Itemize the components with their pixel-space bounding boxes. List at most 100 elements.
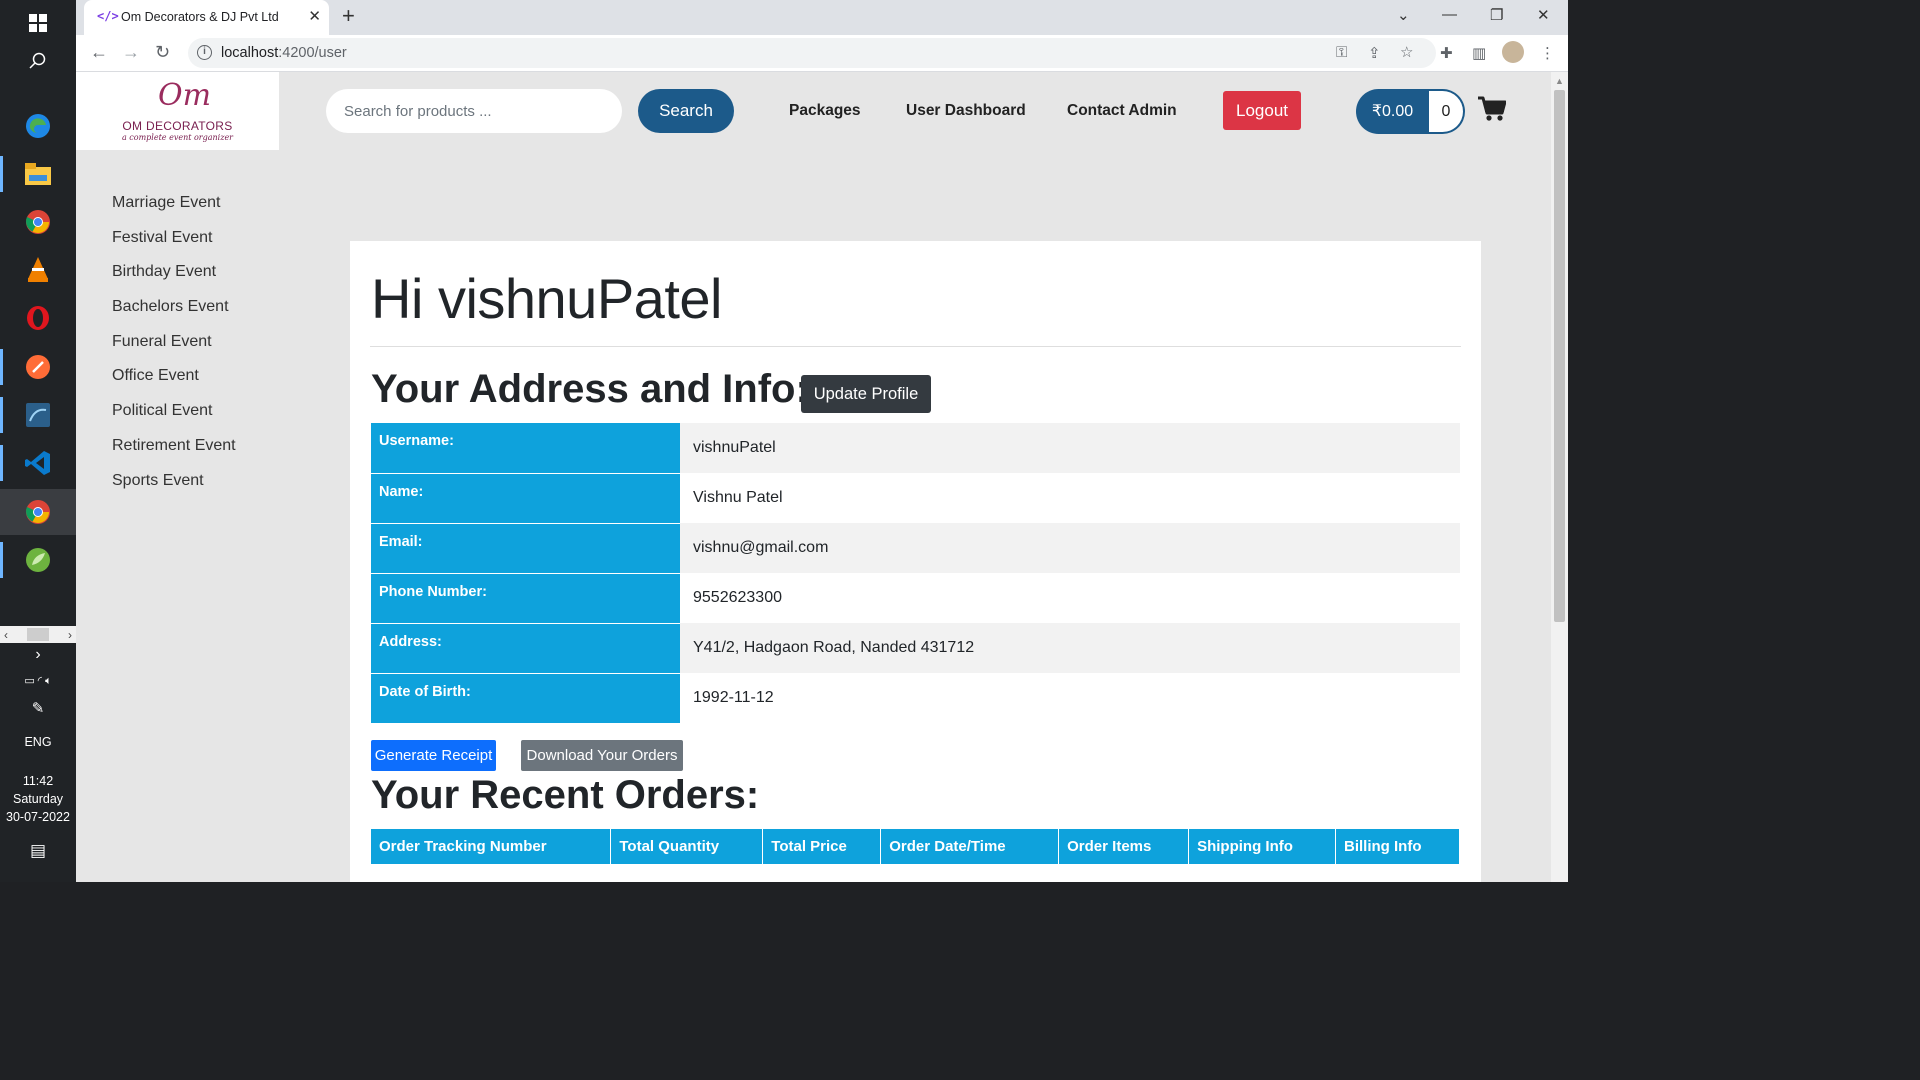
sidebar-item-political-event[interactable]: Political Event	[112, 398, 312, 433]
address-section-title: Your Address and Info:	[371, 367, 809, 411]
page-scrollbar[interactable]: ▲	[1551, 72, 1568, 882]
key-icon[interactable]: ⚿	[1336, 44, 1347, 61]
bookmark-star-icon[interactable]: ☆	[1400, 43, 1413, 61]
sidebar-item-birthday-event[interactable]: Birthday Event	[112, 259, 312, 294]
page-title: Hi vishnuPatel	[371, 267, 722, 330]
language-indicator[interactable]: ENG	[0, 733, 76, 751]
postman-icon[interactable]	[0, 344, 76, 390]
notifications-icon[interactable]: ▤	[0, 842, 76, 860]
site-logo[interactable]: Om OM DECORATORS a complete event organi…	[76, 72, 279, 150]
column-header[interactable]: Order Items	[1058, 829, 1190, 864]
event-categories-sidebar: Marriage Event Festival Event Birthday E…	[112, 190, 312, 502]
column-header[interactable]: Shipping Info	[1188, 829, 1337, 864]
column-header[interactable]: Total Price	[762, 829, 882, 864]
sidebar-item-funeral-event[interactable]: Funeral Event	[112, 329, 312, 364]
system-tray-icons[interactable]: ▭ ◜ 🔈︎	[0, 672, 76, 690]
column-header[interactable]: Total Quantity	[610, 829, 764, 864]
scrollbar-thumb[interactable]	[1554, 90, 1565, 622]
address-bar[interactable]: i localhost:4200/user ⚿ ⇪ ☆	[188, 38, 1436, 68]
table-row: Email: vishnu@gmail.com	[371, 523, 1460, 574]
sidebar-item-marriage-event[interactable]: Marriage Event	[112, 190, 312, 225]
sidebar-item-retirement-event[interactable]: Retirement Event	[112, 433, 312, 468]
chevron-right-icon[interactable]: ›	[68, 628, 72, 642]
column-header[interactable]: Order Tracking Number	[371, 829, 612, 864]
sidebar-item-bachelors-event[interactable]: Bachelors Event	[112, 294, 312, 329]
logo-name: OM DECORATORS	[122, 119, 233, 133]
logo-tagline: a complete event organizer	[121, 133, 233, 142]
clock-date[interactable]: 30-07-2022	[0, 808, 76, 826]
reload-icon[interactable]: ↻	[155, 42, 170, 63]
sidebar-item-office-event[interactable]: Office Event	[112, 363, 312, 398]
search-input[interactable]	[326, 89, 622, 133]
url-text[interactable]: localhost:4200/user	[221, 45, 347, 61]
code-favicon-icon: </>	[97, 9, 119, 23]
table-row: Address: Y41/2, Hadgaon Road, Nanded 431…	[371, 623, 1460, 674]
user-dashboard-card: Hi vishnuPatel Your Address and Info: Up…	[350, 241, 1481, 882]
logout-button[interactable]: Logout	[1223, 91, 1301, 130]
search-button[interactable]: Search	[638, 89, 734, 133]
vscode-icon[interactable]	[0, 440, 76, 486]
info-value: Y41/2, Hadgaon Road, Nanded 431712	[680, 623, 1460, 673]
sidebar-item-sports-event[interactable]: Sports Event	[112, 468, 312, 503]
edge-icon[interactable]	[0, 103, 76, 149]
back-arrow-icon[interactable]: ←	[90, 42, 108, 63]
mysql-workbench-icon[interactable]	[0, 392, 76, 438]
info-label: Date of Birth:	[371, 673, 680, 724]
column-header[interactable]: Billing Info	[1335, 829, 1460, 864]
forward-arrow-icon[interactable]: →	[122, 42, 140, 63]
orders-table: Order Tracking Number Total Quantity Tot…	[371, 829, 1460, 864]
clock-day[interactable]: Saturday	[0, 790, 76, 808]
nav-user-dashboard[interactable]: User Dashboard	[906, 102, 1026, 120]
restore-icon[interactable]: ❐	[1490, 6, 1503, 24]
logo-mark: Om	[158, 78, 212, 113]
tab-search-chevron-icon[interactable]: ⌄	[1397, 6, 1410, 24]
site-info-icon[interactable]: i	[197, 45, 212, 60]
extensions-icon[interactable]: ✚	[1440, 44, 1453, 62]
update-profile-button[interactable]: Update Profile	[801, 375, 931, 413]
browser-toolbar: ← → ↻ i localhost:4200/user ⚿ ⇪ ☆ ✚ ▥ ⋮	[76, 35, 1568, 72]
sidebar-item-festival-event[interactable]: Festival Event	[112, 225, 312, 260]
download-orders-button[interactable]: Download Your Orders	[521, 740, 683, 771]
search-icon[interactable]	[0, 38, 76, 84]
scroll-up-icon[interactable]: ▲	[1555, 76, 1564, 86]
minimize-icon[interactable]: —	[1442, 6, 1457, 23]
info-label: Email:	[371, 523, 680, 574]
nav-contact-admin[interactable]: Contact Admin	[1067, 102, 1177, 120]
cart-summary[interactable]: ₹0.00 0	[1356, 89, 1465, 134]
file-explorer-icon[interactable]	[0, 151, 76, 197]
vlc-icon[interactable]	[0, 247, 76, 293]
table-header-row: Order Tracking Number Total Quantity Tot…	[371, 829, 1460, 864]
browser-tab[interactable]: </> Om Decorators & DJ Pvt Ltd ✕	[84, 0, 329, 35]
browser-window: </> Om Decorators & DJ Pvt Ltd ✕ + ⌄ — ❐…	[76, 0, 1568, 882]
nav-packages[interactable]: Packages	[789, 102, 861, 120]
table-row: Username: vishnuPatel	[371, 423, 1460, 474]
opera-icon[interactable]	[0, 295, 76, 341]
table-row: Date of Birth: 1992-11-12	[371, 673, 1460, 724]
scrollbar-thumb[interactable]	[27, 628, 49, 641]
tab-title: Om Decorators & DJ Pvt Ltd	[121, 10, 279, 24]
orders-section-title: Your Recent Orders:	[371, 773, 760, 817]
close-tab-icon[interactable]: ✕	[308, 7, 321, 25]
taskbar-scrollbar[interactable]: ‹ ›	[0, 626, 76, 643]
menu-kebab-icon[interactable]: ⋮	[1540, 44, 1555, 62]
divider	[370, 346, 1461, 347]
pen-icon[interactable]: ✎	[0, 700, 76, 718]
generate-receipt-button[interactable]: Generate Receipt	[371, 740, 496, 771]
chrome-active-icon[interactable]	[0, 489, 76, 535]
side-panel-icon[interactable]: ▥	[1472, 44, 1486, 62]
chevron-left-icon[interactable]: ‹	[4, 628, 8, 642]
column-header[interactable]: Order Date/Time	[880, 829, 1060, 864]
clock-time[interactable]: 11:42	[0, 772, 76, 790]
spring-tool-suite-icon[interactable]	[0, 537, 76, 583]
chrome-icon[interactable]	[0, 199, 76, 245]
shopping-cart-icon[interactable]	[1478, 96, 1507, 127]
close-window-icon[interactable]: ✕	[1537, 6, 1550, 24]
table-row: Name: Vishnu Patel	[371, 473, 1460, 524]
info-value: vishnu@gmail.com	[680, 523, 1460, 573]
new-tab-icon[interactable]: +	[342, 3, 355, 29]
chevron-right-icon[interactable]: ›	[0, 646, 76, 664]
site-header: Om OM DECORATORS a complete event organi…	[76, 72, 1551, 150]
page-viewport: Om OM DECORATORS a complete event organi…	[76, 72, 1551, 882]
profile-avatar[interactable]	[1502, 41, 1524, 63]
share-icon[interactable]: ⇪	[1368, 44, 1381, 62]
